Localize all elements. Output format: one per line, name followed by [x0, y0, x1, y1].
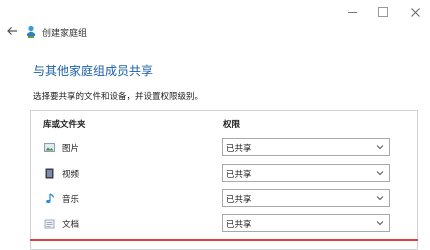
permission-value: 已共享 — [226, 195, 252, 205]
permission-select-pictures[interactable]: 已共享 — [222, 138, 390, 156]
permission-value: 已共享 — [226, 220, 252, 230]
pictures-icon — [44, 143, 55, 152]
close-icon — [410, 7, 420, 17]
column-header-library: 库或文件夹 — [43, 120, 86, 130]
page-description: 选择要共享的文件和设备，并设置权限级别。 — [33, 92, 204, 102]
homegroup-icon — [27, 25, 35, 38]
documents-icon — [44, 219, 55, 229]
permission-select-documents[interactable]: 已共享 — [222, 214, 390, 232]
list-item-label: 音乐 — [62, 195, 80, 205]
list-item-label: 图片 — [62, 144, 80, 154]
page-title: 与其他家庭组成员共享 — [33, 64, 154, 78]
title-bar — [0, 0, 430, 24]
chevron-down-icon — [376, 145, 384, 150]
sharing-table: 库或文件夹 权限 图片 已共享 视频 已共享 音乐 已共享 文档 已共享 — [30, 110, 418, 250]
minimize-button[interactable] — [337, 0, 367, 24]
list-item-label: 文档 — [62, 220, 80, 230]
chevron-down-icon — [376, 221, 384, 226]
music-icon — [46, 193, 55, 204]
chevron-down-icon — [376, 196, 384, 201]
permission-select-videos[interactable]: 已共享 — [222, 164, 390, 182]
close-button[interactable] — [400, 0, 430, 24]
window-title: 创建家庭组 — [42, 29, 88, 39]
maximize-button[interactable] — [368, 0, 398, 24]
focus-highlight — [30, 239, 418, 241]
navigation-bar: 创建家庭组 — [0, 22, 430, 44]
column-header-permission: 权限 — [223, 120, 241, 130]
back-button[interactable] — [5, 25, 19, 39]
back-arrow-icon — [7, 27, 17, 35]
permission-value: 已共享 — [226, 170, 252, 180]
permission-value: 已共享 — [226, 144, 252, 154]
permission-select-music[interactable]: 已共享 — [222, 189, 390, 207]
list-item-label: 视频 — [62, 170, 80, 180]
chevron-down-icon — [376, 171, 384, 176]
videos-icon — [45, 168, 54, 179]
